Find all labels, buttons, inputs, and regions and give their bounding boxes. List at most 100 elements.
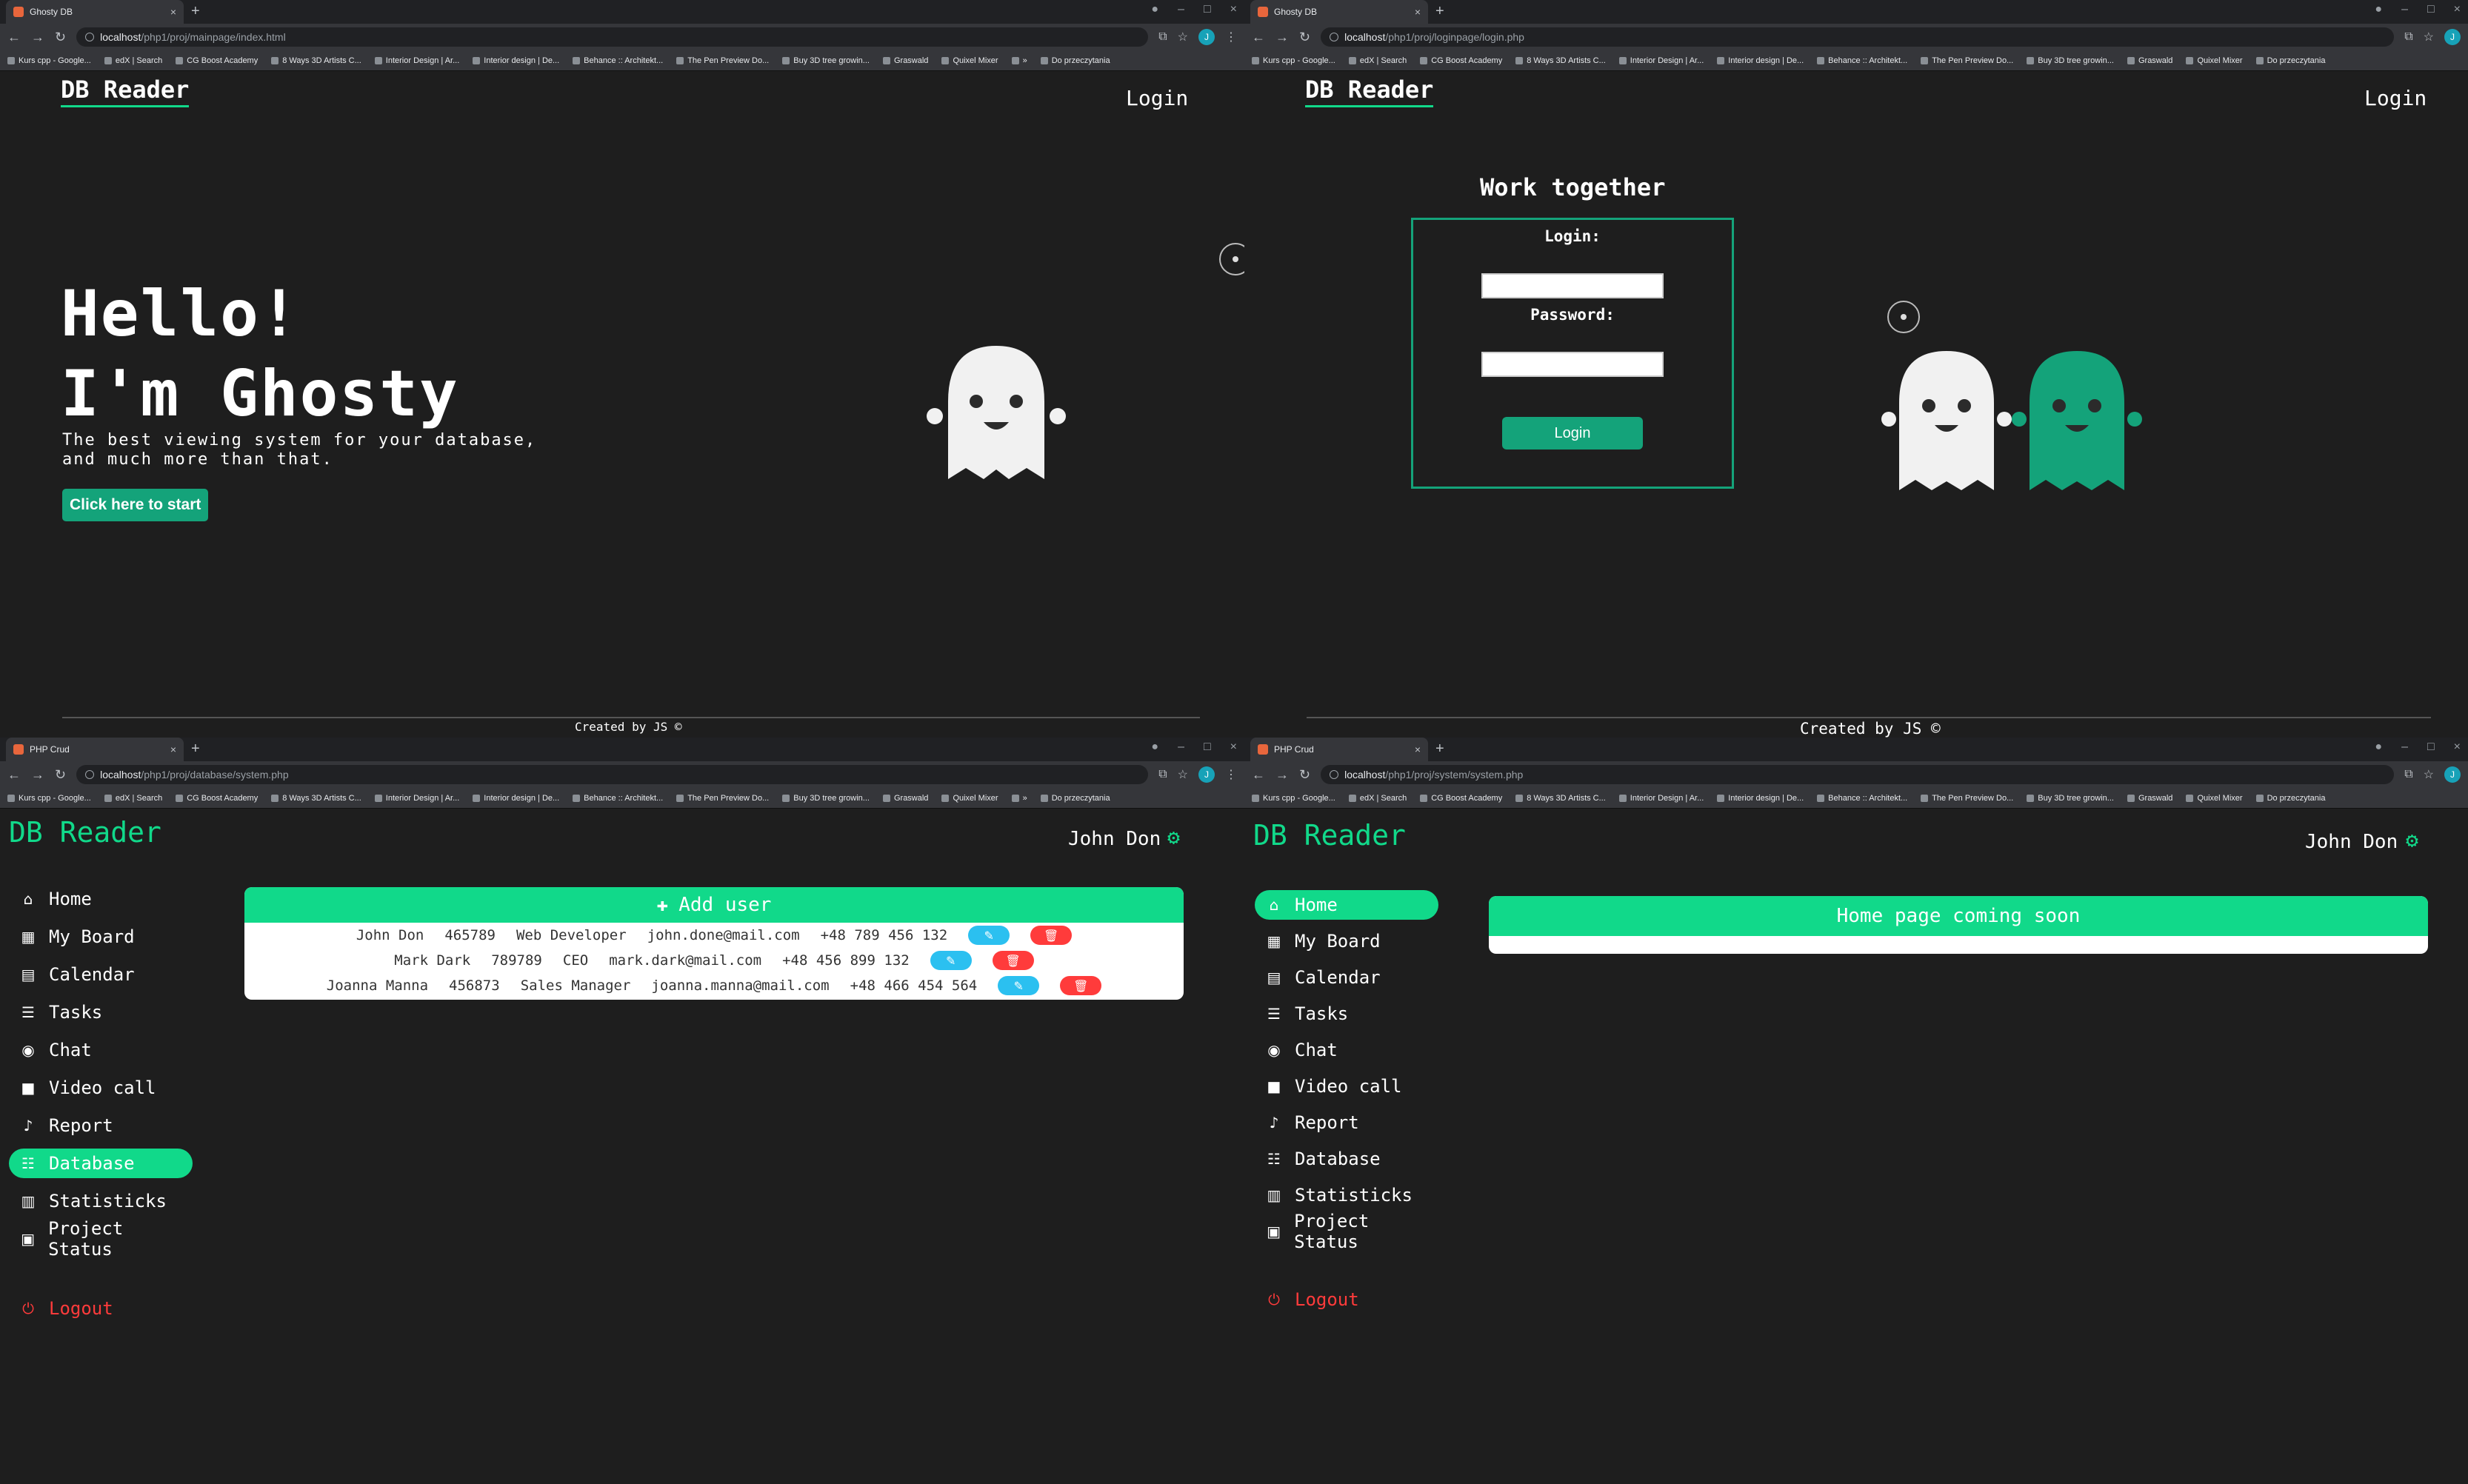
- bookmark-item[interactable]: Quixel Mixer: [941, 56, 998, 65]
- media-icon[interactable]: ●: [1151, 741, 1158, 754]
- bookmark-item[interactable]: CG Boost Academy: [1420, 56, 1502, 65]
- profile-avatar[interactable]: J: [1198, 766, 1215, 783]
- sidebar-item-my-board[interactable]: ▦ My Board: [1255, 926, 1438, 956]
- close-tab-icon[interactable]: ×: [170, 743, 176, 755]
- bookmark-item[interactable]: Interior Design | Ar...: [375, 794, 459, 803]
- login-input[interactable]: [1481, 273, 1664, 298]
- sidebar-item-home[interactable]: ⌂ Home: [1255, 890, 1438, 920]
- menu-icon[interactable]: ⋮: [1225, 767, 1237, 782]
- bookmark-star-icon[interactable]: ☆: [2424, 767, 2434, 782]
- bookmark-item[interactable]: CG Boost Academy: [1420, 794, 1502, 803]
- bookmark-overflow[interactable]: »: [1012, 56, 1027, 65]
- bookmark-item[interactable]: Kurs cpp - Google...: [1252, 794, 1335, 803]
- close-tab-icon[interactable]: ×: [170, 6, 176, 18]
- back-icon[interactable]: ←: [7, 767, 21, 783]
- gear-icon[interactable]: ⚙: [2406, 828, 2418, 852]
- gear-icon[interactable]: ⚙: [1167, 825, 1180, 849]
- sidebar-item-database[interactable]: ☷ Database: [1255, 1144, 1438, 1174]
- reload-icon[interactable]: ↻: [1299, 767, 1310, 783]
- browser-tab[interactable]: PHP Crud ×: [1250, 738, 1428, 761]
- maximize-icon[interactable]: □: [1204, 3, 1211, 16]
- media-icon[interactable]: ●: [2375, 741, 2382, 754]
- edit-button[interactable]: ✎: [998, 976, 1040, 995]
- bookmark-item[interactable]: Buy 3D tree growin...: [782, 56, 870, 65]
- bookmark-item[interactable]: Quixel Mixer: [2186, 794, 2242, 803]
- bookmark-item[interactable]: Interior design | De...: [1717, 794, 1804, 803]
- bookmark-item[interactable]: Buy 3D tree growin...: [782, 794, 870, 803]
- new-tab-icon[interactable]: +: [1435, 741, 1444, 758]
- minimize-icon[interactable]: –: [1178, 741, 1184, 754]
- sidebar-item-tasks[interactable]: ☰ Tasks: [1255, 999, 1438, 1029]
- bookmark-item[interactable]: edX | Search: [1349, 794, 1407, 803]
- close-window-icon[interactable]: ×: [1230, 741, 1237, 754]
- edit-button[interactable]: ✎: [968, 926, 1010, 945]
- bookmark-item[interactable]: Do przeczytania: [1041, 56, 1110, 65]
- delete-button[interactable]: 🗑: [1060, 976, 1102, 995]
- bookmark-item[interactable]: Behance :: Architekt...: [1817, 794, 1907, 803]
- new-tab-icon[interactable]: +: [1435, 3, 1444, 20]
- app-logo[interactable]: DB Reader: [1253, 819, 1406, 852]
- bookmark-item[interactable]: Graswald: [2127, 794, 2172, 803]
- browser-tab[interactable]: Ghosty DB ×: [6, 0, 184, 24]
- bookmark-item[interactable]: Do przeczytania: [1041, 794, 1110, 803]
- minimize-icon[interactable]: –: [2401, 741, 2408, 754]
- bookmark-item[interactable]: Do przeczytania: [2256, 794, 2326, 803]
- sidebar-item-report[interactable]: ♪ Report: [9, 1111, 193, 1140]
- bookmark-item[interactable]: edX | Search: [104, 56, 162, 65]
- sidebar-item-chat[interactable]: ◉ Chat: [9, 1035, 193, 1065]
- bookmark-item[interactable]: Buy 3D tree growin...: [2027, 56, 2114, 65]
- media-icon[interactable]: ●: [1151, 3, 1158, 16]
- close-window-icon[interactable]: ×: [1230, 3, 1237, 16]
- bookmark-item[interactable]: Behance :: Architekt...: [1817, 56, 1907, 65]
- delete-button[interactable]: 🗑: [992, 951, 1034, 970]
- sidebar-item-statisticks[interactable]: ▥ Statisticks: [9, 1186, 193, 1216]
- bookmark-item[interactable]: CG Boost Academy: [176, 56, 258, 65]
- forward-icon[interactable]: →: [1275, 30, 1289, 45]
- browser-tab[interactable]: Ghosty DB ×: [1250, 0, 1428, 24]
- bookmark-item[interactable]: The Pen Preview Do...: [676, 794, 769, 803]
- maximize-icon[interactable]: □: [2427, 741, 2435, 754]
- sidebar-item-home[interactable]: ⌂ Home: [9, 884, 193, 914]
- url-field[interactable]: localhost/php1/proj/loginpage/login.php: [1321, 27, 2395, 47]
- bookmark-item[interactable]: The Pen Preview Do...: [1921, 56, 2013, 65]
- close-window-icon[interactable]: ×: [2454, 3, 2461, 16]
- user-name[interactable]: John Don: [2305, 831, 2398, 853]
- url-field[interactable]: localhost/php1/proj/mainpage/index.html: [76, 27, 1149, 47]
- media-icon[interactable]: ●: [2375, 3, 2382, 16]
- sidebar-item-my-board[interactable]: ▦ My Board: [9, 922, 193, 952]
- sidebar-item-chat[interactable]: ◉ Chat: [1255, 1035, 1438, 1065]
- nav-login-link[interactable]: Login: [2364, 86, 2427, 110]
- maximize-icon[interactable]: □: [2427, 3, 2435, 16]
- bookmark-item[interactable]: Do przeczytania: [2256, 56, 2326, 65]
- bookmark-item[interactable]: 8 Ways 3D Artists C...: [1515, 56, 1606, 65]
- bookmark-item[interactable]: Interior Design | Ar...: [375, 56, 459, 65]
- bookmark-item[interactable]: Behance :: Architekt...: [573, 794, 663, 803]
- browser-tab[interactable]: PHP Crud ×: [6, 738, 184, 761]
- edit-button[interactable]: ✎: [930, 951, 972, 970]
- bookmark-item[interactable]: edX | Search: [1349, 56, 1407, 65]
- sidebar-item-video-call[interactable]: ■ Video call: [1255, 1072, 1438, 1101]
- bookmark-star-icon[interactable]: ☆: [1178, 767, 1188, 782]
- minimize-icon[interactable]: –: [1178, 3, 1184, 16]
- bookmark-item[interactable]: The Pen Preview Do...: [1921, 794, 2013, 803]
- user-name[interactable]: John Don: [1068, 828, 1161, 850]
- add-user-button[interactable]: ✚ Add user: [244, 887, 1184, 923]
- bookmark-item[interactable]: Buy 3D tree growin...: [2027, 794, 2114, 803]
- sidebar-item-database[interactable]: ☷ Database: [9, 1149, 193, 1178]
- sidebar-item-project-status[interactable]: ▣ Project Status: [1255, 1211, 1438, 1252]
- logout-button[interactable]: ⏻ Logout: [1255, 1285, 1438, 1314]
- translate-icon[interactable]: ⧉: [1158, 30, 1167, 44]
- minimize-icon[interactable]: –: [2401, 3, 2408, 16]
- back-icon[interactable]: ←: [7, 30, 21, 45]
- site-logo[interactable]: DB Reader: [1305, 76, 1434, 107]
- profile-avatar[interactable]: J: [2444, 766, 2461, 783]
- bookmark-item[interactable]: Interior design | De...: [473, 56, 559, 65]
- url-field[interactable]: localhost/php1/proj/system/system.php: [1321, 765, 2395, 784]
- site-logo[interactable]: DB Reader: [61, 76, 190, 107]
- sidebar-item-calendar[interactable]: ▤ Calendar: [9, 960, 193, 989]
- bookmark-star-icon[interactable]: ☆: [2424, 30, 2434, 44]
- bookmark-item[interactable]: 8 Ways 3D Artists C...: [1515, 794, 1606, 803]
- maximize-icon[interactable]: □: [1204, 741, 1211, 754]
- sidebar-item-video-call[interactable]: ■ Video call: [9, 1073, 193, 1103]
- bookmark-item[interactable]: 8 Ways 3D Artists C...: [271, 56, 361, 65]
